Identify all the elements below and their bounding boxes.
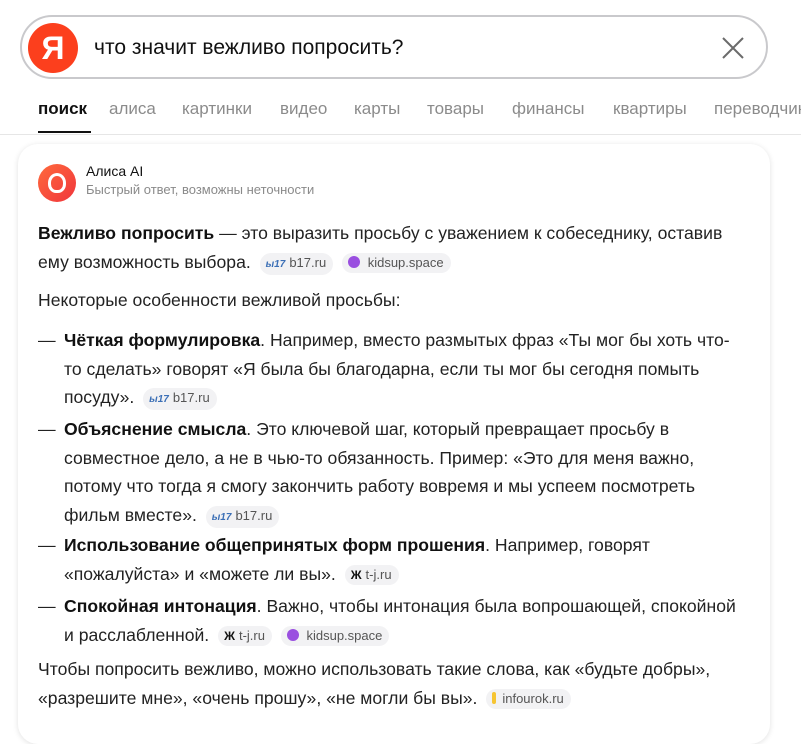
b17-icon: ы17	[149, 394, 169, 405]
features-heading: Некоторые особенности вежливой просьбы:	[38, 290, 401, 310]
tab-images[interactable]: картинки	[182, 99, 252, 119]
kidsup-icon	[348, 255, 361, 268]
tab-maps[interactable]: карты	[354, 99, 400, 119]
answer-title: Алиса AI	[86, 163, 144, 179]
tj-icon: Ж	[350, 567, 362, 582]
tab-search[interactable]: поиск	[38, 99, 87, 119]
source-chip-b17[interactable]: ы17 b17.ru	[259, 252, 334, 275]
source-chip-b17[interactable]: ы17 b17.ru	[205, 505, 280, 528]
bullet-term: Чёткая формулировка	[64, 330, 261, 350]
tab-goods[interactable]: товары	[427, 99, 484, 119]
close-icon[interactable]	[720, 35, 746, 61]
intro-paragraph: Вежливо попросить — это выразить просьбу…	[38, 219, 728, 276]
alice-logo-icon	[38, 164, 76, 202]
source-chip-tj[interactable]: Жt-j.ru	[344, 564, 399, 585]
search-bar[interactable]: Я что значит вежливо попросить?	[20, 15, 768, 79]
tab-apartments[interactable]: квартиры	[613, 99, 687, 119]
search-input[interactable]: что значит вежливо попросить?	[94, 36, 403, 60]
tab-alice[interactable]: алиса	[109, 99, 156, 119]
bullet-term: Спокойная интонация	[64, 596, 257, 616]
b17-icon: ы17	[265, 258, 286, 270]
infourok-icon	[492, 691, 497, 704]
source-chip-infourok[interactable]: infourok.ru	[486, 688, 571, 709]
tab-translator[interactable]: переводчик	[714, 99, 801, 119]
alice-answer-card: Алиса AI Быстрый ответ, возможны неточно…	[18, 144, 770, 744]
bullet-term: Использование общепринятых форм прошения	[64, 535, 486, 555]
tab-finance[interactable]: финансы	[512, 99, 584, 119]
source-chip-tj[interactable]: Жt-j.ru	[218, 625, 272, 646]
intro-term: Вежливо попросить	[38, 223, 215, 243]
source-chip-b17[interactable]: ы17 b17.ru	[143, 388, 217, 410]
b17-icon: ы17	[211, 511, 232, 523]
search-tabs: поиск алиса картинки видео карты товары …	[0, 96, 801, 135]
source-chip-kidsup[interactable]: kidsup.space	[280, 625, 390, 646]
tj-icon: Ж	[224, 628, 235, 643]
yandex-logo[interactable]: Я	[28, 23, 78, 73]
conclusion-text: Чтобы попросить вежливо, можно использов…	[38, 659, 711, 708]
tab-video[interactable]: видео	[280, 99, 327, 119]
conclusion-paragraph: Чтобы попросить вежливо, можно использов…	[38, 655, 728, 712]
source-chip-kidsup[interactable]: kidsup.space	[342, 252, 451, 273]
active-tab-indicator	[38, 131, 91, 133]
answer-subtitle: Быстрый ответ, возможны неточности	[86, 182, 315, 197]
bullet-term: Объяснение смысла	[64, 419, 247, 439]
kidsup-icon	[286, 628, 299, 641]
